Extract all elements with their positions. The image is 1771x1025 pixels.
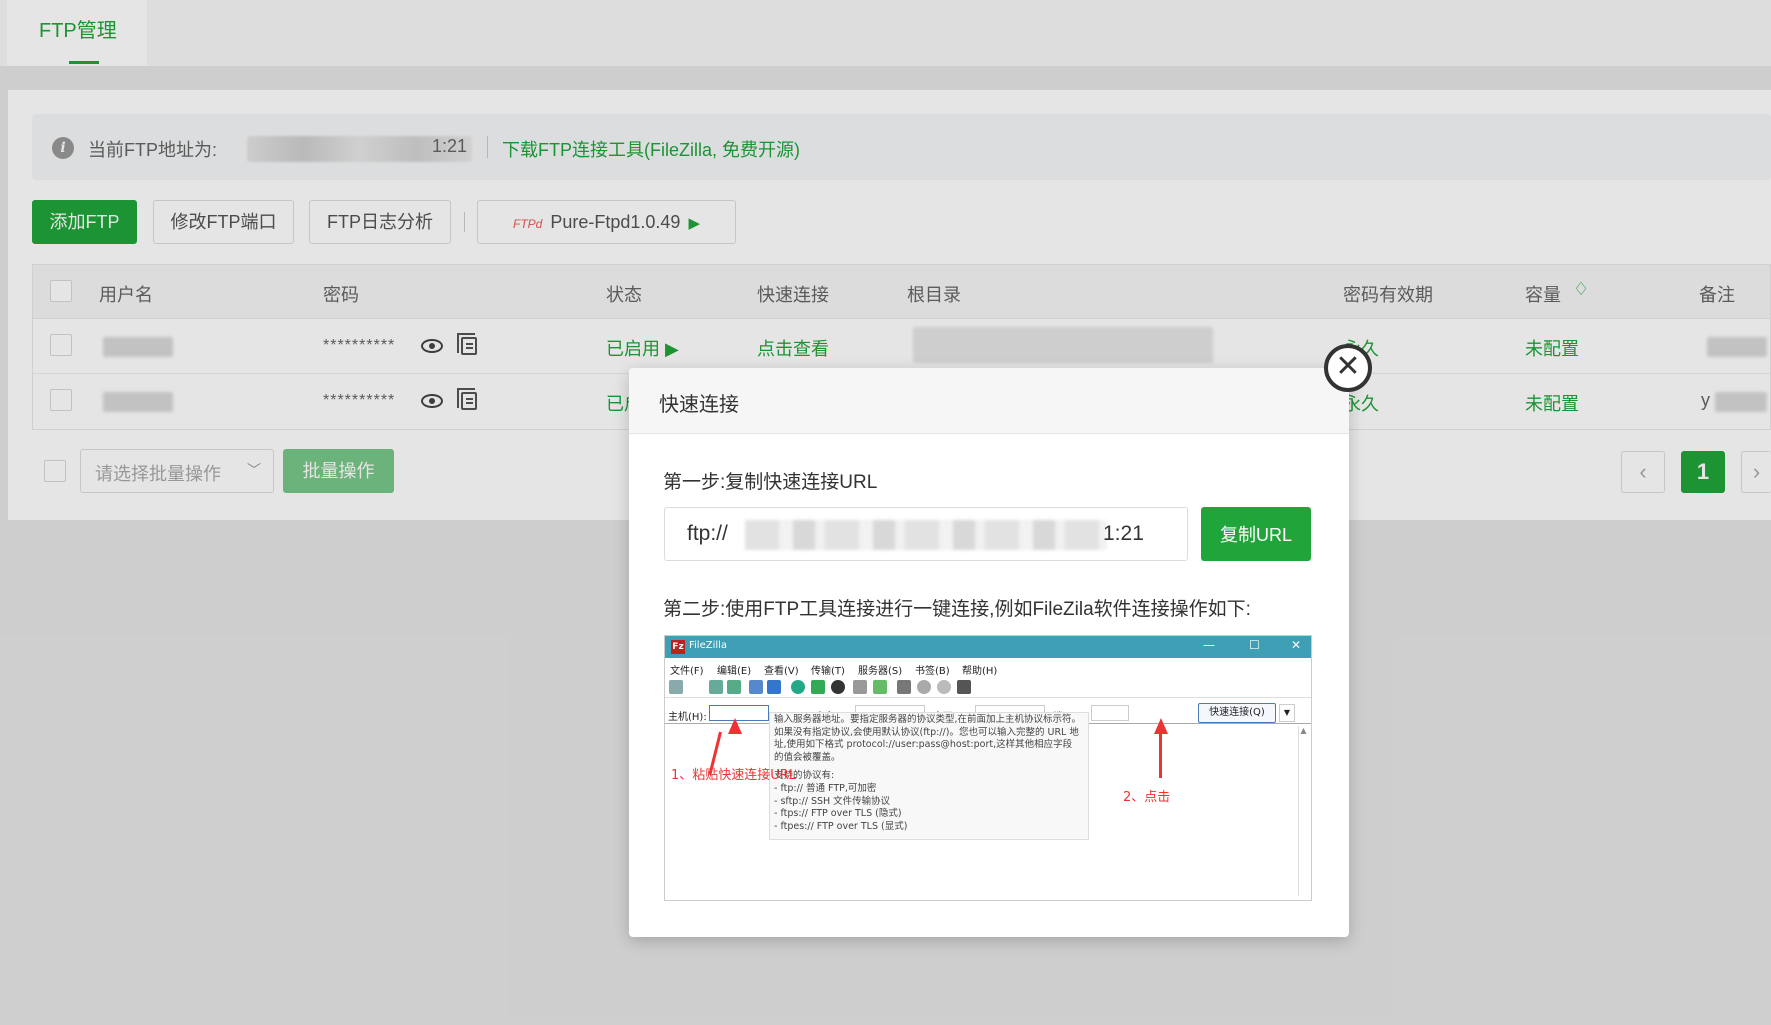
filezilla-menubar: 文件(F) 编辑(E) 查看(V) 传输(T) 服务器(S) 书签(B) 帮助(… <box>665 660 1311 677</box>
quick-connect-url-field[interactable]: ftp:// 1:21 <box>664 507 1188 561</box>
url-prefix: ftp:// <box>687 522 728 545</box>
menu-item: 帮助(H) <box>962 666 998 677</box>
cancel-icon <box>831 680 845 694</box>
filezilla-quickconnect-button: 快速连接(Q) <box>1198 703 1276 723</box>
refresh-icon <box>791 680 805 694</box>
toolbar-icon <box>767 680 781 694</box>
search-icon <box>917 680 931 694</box>
tooltip-line: - ftp:// 普通 FTP,可加密 <box>774 782 877 794</box>
filezilla-titlebar: Fz FileZilla — ☐ ✕ <box>665 636 1311 658</box>
dropdown-arrow-icon: ▼ <box>1279 704 1295 722</box>
toolbar-icon <box>709 680 723 694</box>
tooltip-line: 支持的协议有: <box>774 770 835 782</box>
step-two-text: 第二步:使用FTP工具连接进行一键连接,例如FileZila软件连接操作如下: <box>663 599 1251 620</box>
annotation-paste-url: 1、粘贴快速连接URL <box>671 768 797 783</box>
filezilla-logo-icon: Fz <box>671 640 685 654</box>
menu-item: 传输(T) <box>811 666 845 677</box>
step-one-text: 第一步:复制快速连接URL <box>663 472 878 493</box>
filter-icon <box>897 680 911 694</box>
dialog-header: 快速连接 <box>629 368 1349 434</box>
port-field <box>1091 705 1129 721</box>
filezilla-toolbar <box>665 676 1311 698</box>
menu-item: 服务器(S) <box>858 666 903 677</box>
scrollbar: ▲ <box>1298 726 1308 896</box>
arrow-head-icon <box>728 718 742 734</box>
tooltip-line: 址,使用如下格式 protocol://user:pass@host:port,… <box>774 739 1073 751</box>
url-masked <box>745 520 1107 550</box>
tooltip-line: 如果没有指定协议,会使用默认协议(ftp://)。您也可以输入完整的 URL 地 <box>774 726 1079 738</box>
toolbar-icon <box>749 680 763 694</box>
host-label: 主机(H): <box>668 712 707 723</box>
filezilla-title: FileZilla <box>689 640 728 651</box>
close-icon: ✕ <box>1291 638 1302 652</box>
arrow-shaft <box>1159 732 1162 778</box>
tooltip-line: 输入服务器地址。要指定服务器的协议类型,在前面加上主机协议标示符。 <box>774 714 1082 725</box>
menu-item: 书签(B) <box>915 666 950 677</box>
toolbar-icon <box>811 680 825 694</box>
maximize-icon: ☐ <box>1249 638 1260 652</box>
dialog-title: 快速连接 <box>659 394 739 416</box>
menu-item: 编辑(E) <box>717 666 752 677</box>
tooltip-line: - sftp:// SSH 文件传输协议 <box>774 795 891 807</box>
url-suffix: 1:21 <box>1103 522 1144 545</box>
tooltip-line: - ftpes:// FTP over TLS (显式) <box>774 820 908 832</box>
toolbar-icon <box>873 680 887 694</box>
tooltip-line: - ftps:// FTP over TLS (隐式) <box>774 808 902 820</box>
annotation-click: 2、点击 <box>1123 790 1171 805</box>
site-manager-icon <box>669 680 683 694</box>
copy-url-button[interactable]: 复制URL <box>1201 507 1311 561</box>
binoculars-icon <box>957 680 971 694</box>
minimize-icon: — <box>1203 638 1215 652</box>
toolbar-icon <box>853 680 867 694</box>
filezilla-screenshot: Fz FileZilla — ☐ ✕ 文件(F) 编辑(E) 查看(V) 传输(… <box>664 635 1312 901</box>
scroll-up-icon: ▲ <box>1300 726 1307 735</box>
close-dialog-button[interactable]: ✕ <box>1324 344 1372 392</box>
host-tooltip: 输入服务器地址。要指定服务器的协议类型,在前面加上主机协议标示符。 如果没有指定… <box>769 712 1089 840</box>
toolbar-icon <box>937 680 951 694</box>
toolbar-icon <box>727 680 741 694</box>
tooltip-line: 的值会被覆盖。 <box>774 751 841 763</box>
menu-item: 文件(F) <box>670 666 704 677</box>
menu-item: 查看(V) <box>764 666 799 677</box>
quick-connect-dialog: 快速连接 第一步:复制快速连接URL ftp:// 1:21 复制URL 第二步… <box>629 368 1349 937</box>
